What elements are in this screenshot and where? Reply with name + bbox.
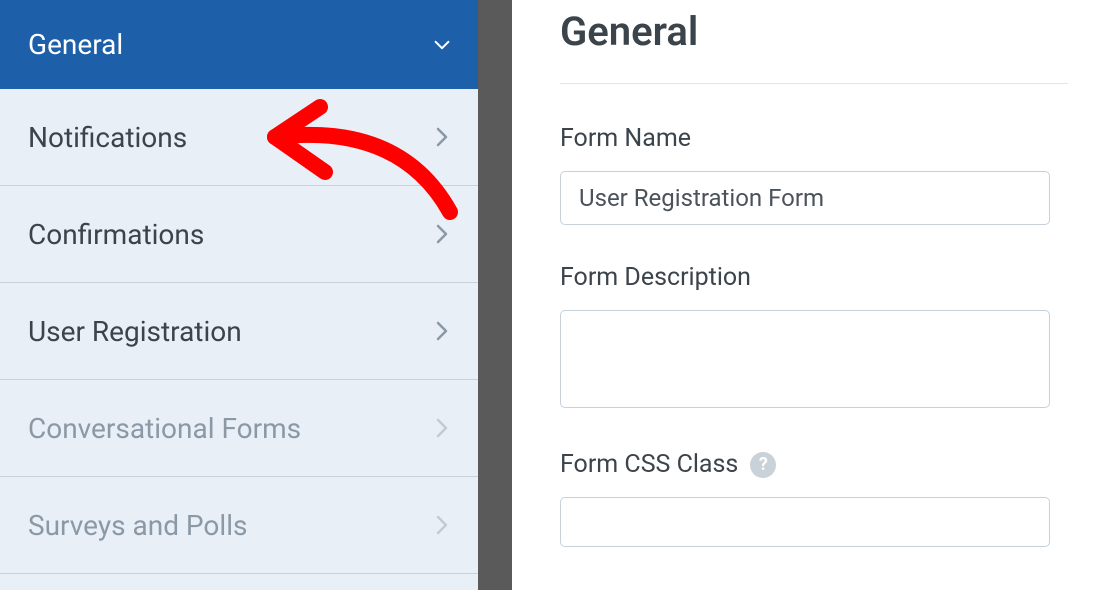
panel-divider xyxy=(478,0,512,590)
form-name-label: Form Name xyxy=(560,124,1068,153)
sidebar-item-surveys-and-polls[interactable]: Surveys and Polls xyxy=(0,477,478,574)
form-description-input[interactable] xyxy=(560,310,1050,408)
form-description-group: Form Description xyxy=(560,263,1068,412)
sidebar-item-label: User Registration xyxy=(28,315,242,348)
page-title: General xyxy=(560,8,1068,84)
sidebar-item-label: Conversational Forms xyxy=(28,412,301,445)
form-css-class-group: Form CSS Class ? xyxy=(560,450,1068,547)
sidebar-item-label: Notifications xyxy=(28,121,187,154)
sidebar-item-conversational-forms[interactable]: Conversational Forms xyxy=(0,380,478,477)
chevron-right-icon xyxy=(434,226,450,242)
sidebar-item-confirmations[interactable]: Confirmations xyxy=(0,186,478,283)
form-name-group: Form Name xyxy=(560,124,1068,225)
sidebar-item-notifications[interactable]: Notifications xyxy=(0,89,478,186)
form-name-input[interactable] xyxy=(560,171,1050,225)
sidebar-item-general[interactable]: General xyxy=(0,0,478,89)
chevron-right-icon xyxy=(434,420,450,436)
chevron-right-icon xyxy=(434,517,450,533)
sidebar-item-user-registration[interactable]: User Registration xyxy=(0,283,478,380)
form-description-label: Form Description xyxy=(560,263,1068,292)
sidebar-item-label: Confirmations xyxy=(28,218,204,251)
form-css-class-label: Form CSS Class ? xyxy=(560,450,1068,479)
help-icon[interactable]: ? xyxy=(750,452,776,478)
chevron-right-icon xyxy=(434,323,450,339)
sidebar-item-label: Surveys and Polls xyxy=(28,509,247,542)
main-panel: General Form Name Form Description Form … xyxy=(512,0,1116,590)
form-css-class-input[interactable] xyxy=(560,497,1050,547)
chevron-down-icon xyxy=(434,37,450,53)
sidebar-item-label: General xyxy=(28,28,123,61)
settings-sidebar: General Notifications Confirmations User… xyxy=(0,0,478,590)
chevron-right-icon xyxy=(434,129,450,145)
